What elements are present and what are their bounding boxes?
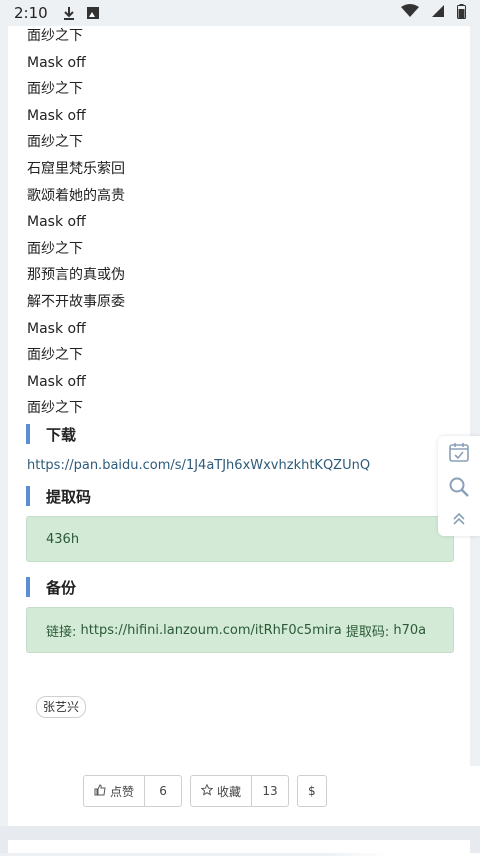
lyric-line: Mask off (27, 54, 86, 71)
lyric-line: 面纱之下 (27, 347, 83, 364)
post-content-card: 面纱之下 Mask off 面纱之下 Mask off 面纱之下 石窟里梵乐萦回… (8, 23, 480, 856)
tip-group: $ (297, 775, 327, 807)
backup-heading-text: 备份 (46, 578, 77, 597)
download-icon (62, 6, 76, 20)
lyric-line: 面纱之下 (27, 81, 83, 98)
favorite-group: 收藏 13 (190, 775, 290, 807)
wifi-icon (401, 4, 419, 22)
next-card-peek (0, 826, 480, 853)
lyric-line: Mask off (27, 320, 86, 337)
lyric-line: 面纱之下 (27, 240, 83, 257)
lyric-line: 解不开故事原委 (27, 293, 125, 310)
lyric-line: 面纱之下 (27, 400, 83, 417)
calendar-check-icon[interactable] (448, 441, 470, 467)
download-link[interactable]: https://pan.baidu.com/s/1J4aTJh6xWxvhzkh… (27, 458, 370, 473)
backup-box: 链接: https://hifini.lanzoum.com/itRhF0c5m… (26, 607, 454, 653)
post-actions: 点赞 6 收藏 13 $ (83, 775, 335, 807)
scroll-top-icon[interactable] (451, 511, 467, 531)
lyrics-list: 面纱之下 Mask off 面纱之下 Mask off 面纱之下 石窟里梵乐萦回… (27, 23, 125, 422)
like-group: 点赞 6 (83, 775, 183, 807)
extract-heading: 提取码 (26, 486, 91, 506)
lyric-line: 面纱之下 (27, 134, 83, 151)
lyric-line: Mask off (27, 373, 86, 390)
heading-accent-bar (26, 486, 30, 506)
lyric-line: Mask off (27, 107, 86, 124)
tip-button[interactable]: $ (298, 776, 326, 806)
floating-toolbar (438, 436, 480, 536)
extract-code-box: 436h (26, 516, 454, 562)
backup-heading: 备份 (26, 577, 76, 597)
like-label: 点赞 (110, 784, 135, 799)
favorite-count: 13 (251, 776, 288, 806)
lyric-line: 那预言的真或伪 (27, 267, 125, 284)
heading-accent-bar (26, 577, 30, 597)
signal-icon (431, 4, 445, 22)
lyric-line: 面纱之下 (27, 28, 83, 44)
backup-link[interactable]: https://hifini.lanzoum.com/itRhF0c5mira (81, 623, 342, 638)
download-heading-text: 下载 (46, 425, 77, 444)
backup-code: h70a (393, 622, 427, 638)
extract-code: 436h (46, 531, 80, 547)
battery-icon (457, 3, 466, 23)
favorite-label: 收藏 (217, 784, 242, 799)
like-button[interactable]: 点赞 (84, 776, 144, 806)
heading-accent-bar (26, 424, 30, 444)
status-time: 2:10 (14, 4, 48, 22)
backup-link-label: 链接: (46, 624, 77, 640)
lyric-line: 石窟里梵乐萦回 (27, 160, 125, 177)
like-count: 6 (144, 776, 181, 806)
thumbs-up-icon (94, 783, 106, 799)
download-heading: 下载 (26, 424, 76, 444)
tip-label: $ (308, 784, 316, 798)
next-card (8, 840, 470, 853)
star-icon (200, 783, 214, 799)
extract-heading-text: 提取码 (46, 487, 92, 506)
lyric-line: Mask off (27, 214, 86, 231)
search-icon[interactable] (448, 476, 470, 502)
favorite-button[interactable]: 收藏 (191, 776, 251, 806)
image-icon (86, 6, 100, 20)
tag-chip[interactable]: 张艺兴 (36, 696, 87, 718)
backup-code-label: 提取码: (345, 624, 390, 640)
lyric-line: 歌颂着她的高贵 (27, 187, 125, 204)
